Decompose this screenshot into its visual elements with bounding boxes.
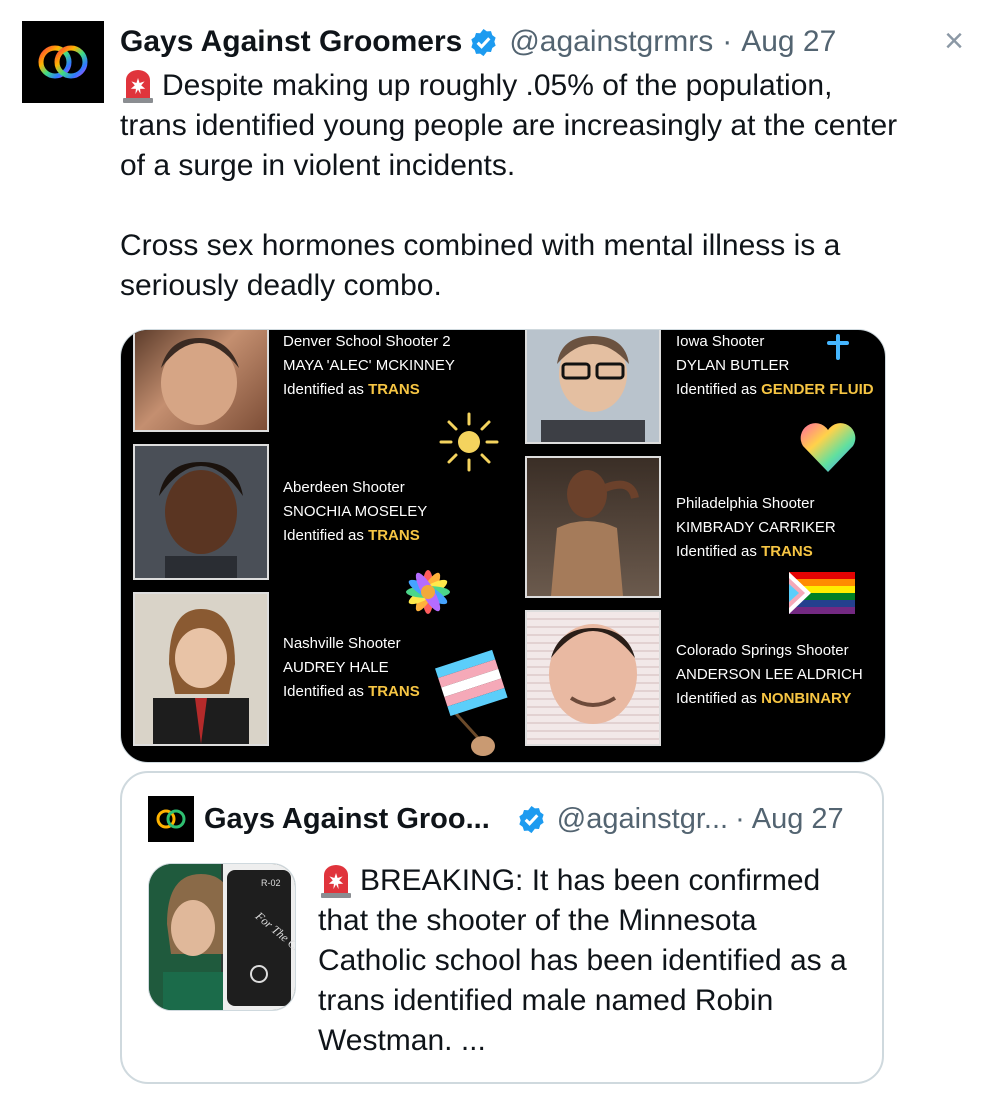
tweet-body: Despite making up roughly .05% of the po… xyxy=(120,69,898,302)
flower-icon xyxy=(406,570,450,614)
caption-identity: Identified as TRANS xyxy=(283,680,420,704)
caption-name: ANDERSON LEE ALDRICH xyxy=(676,666,863,683)
quoted-tweet-text: BREAKING: It has been confirmed that the… xyxy=(318,861,858,1061)
caption-prefix: Identified as xyxy=(676,381,762,398)
caption-label: TRANS xyxy=(368,527,420,544)
caption-name: KIMBRADY CARRIKER xyxy=(676,519,836,536)
caption-identity: Identified as GENDER FLUID xyxy=(676,378,874,402)
tweet-text: Despite making up roughly .05% of the po… xyxy=(120,66,900,306)
rainbow-heart-icon xyxy=(800,423,856,472)
verified-badge-icon xyxy=(471,28,496,56)
sun-icon xyxy=(439,412,499,472)
caption-title: Nashville Shooter xyxy=(283,635,401,652)
caption-name: AUDREY HALE xyxy=(283,659,389,676)
trans-flag-icon xyxy=(435,649,508,756)
photo-philadelphia-shooter xyxy=(525,456,661,598)
photo-iowa-shooter xyxy=(525,330,661,444)
caption-label: TRANS xyxy=(368,381,420,398)
author-name[interactable]: Gays Against Groomers xyxy=(120,25,462,59)
quoted-tweet[interactable]: Gays Against Groo... @againstgr... · Aug… xyxy=(120,771,884,1084)
progress-pride-flag-icon xyxy=(789,572,855,614)
caption-denver: Denver School Shooter 2 MAYA 'ALEC' MCKI… xyxy=(283,330,455,402)
caption-prefix: Identified as xyxy=(283,527,369,544)
thumb-code: R-02 xyxy=(261,878,281,888)
caption-title: Philadelphia Shooter xyxy=(676,495,815,512)
siren-emoji-icon xyxy=(123,70,153,104)
caption-label: TRANS xyxy=(761,543,813,560)
caption-colorado: Colorado Springs Shooter ANDERSON LEE AL… xyxy=(676,639,863,711)
separator-dot: · xyxy=(722,25,733,58)
tweet-header: Gays Against Groomers @againstgrmrs · Au… xyxy=(120,22,840,62)
quoted-tweet-header: Gays Against Groo... @againstgr... · Aug… xyxy=(148,796,862,842)
caption-name: MAYA 'ALEC' MCKINNEY xyxy=(283,357,455,374)
quoted-author-handle: @againstgr... xyxy=(556,802,729,835)
quoted-author-avatar xyxy=(148,796,194,842)
caption-philadelphia: Philadelphia Shooter KIMBRADY CARRIKER I… xyxy=(676,492,836,564)
caption-prefix: Identified as xyxy=(676,690,762,707)
caption-label: TRANS xyxy=(368,683,420,700)
caption-identity: Identified as NONBINARY xyxy=(676,687,863,711)
separator-dot: · xyxy=(735,802,745,835)
quoted-tweet-body: BREAKING: It has been confirmed that the… xyxy=(318,864,856,1057)
quoted-author-name: Gays Against Groo... xyxy=(204,802,490,835)
tweet-date[interactable]: Aug 27 xyxy=(741,25,836,59)
close-icon[interactable]: × xyxy=(944,22,964,61)
author-handle[interactable]: @againstgrmrs xyxy=(509,25,713,59)
quoted-tweet-thumbnail: R-02 For The Children xyxy=(148,863,296,1011)
caption-identity: Identified as TRANS xyxy=(676,540,836,564)
caption-title: Colorado Springs Shooter xyxy=(676,642,849,659)
caption-identity: Identified as TRANS xyxy=(283,378,455,402)
photo-aberdeen-shooter xyxy=(133,444,269,580)
caption-prefix: Identified as xyxy=(676,543,762,560)
photo-colorado-shooter xyxy=(525,610,661,746)
siren-emoji-icon xyxy=(321,865,351,899)
caption-aberdeen: Aberdeen Shooter SNOCHIA MOSELEY Identif… xyxy=(283,476,427,548)
cross-icon xyxy=(827,334,849,360)
caption-title: Aberdeen Shooter xyxy=(283,479,405,496)
caption-title: Denver School Shooter 2 xyxy=(283,333,451,350)
caption-prefix: Identified as xyxy=(283,381,369,398)
caption-label: GENDER FLUID xyxy=(761,381,874,398)
caption-prefix: Identified as xyxy=(283,683,369,700)
caption-nashville: Nashville Shooter AUDREY HALE Identified… xyxy=(283,632,420,704)
photo-nashville-shooter xyxy=(133,592,269,746)
author-avatar[interactable] xyxy=(22,21,104,103)
caption-name: SNOCHIA MOSELEY xyxy=(283,503,428,520)
quoted-tweet-date: Aug 27 xyxy=(751,802,844,835)
caption-label: NONBINARY xyxy=(761,690,852,707)
caption-identity: Identified as TRANS xyxy=(283,524,427,548)
verified-badge-icon xyxy=(519,805,544,833)
tweet-media-image[interactable]: Denver School Shooter 2 MAYA 'ALEC' MCKI… xyxy=(120,329,886,763)
photo-denver-shooter xyxy=(133,330,269,432)
